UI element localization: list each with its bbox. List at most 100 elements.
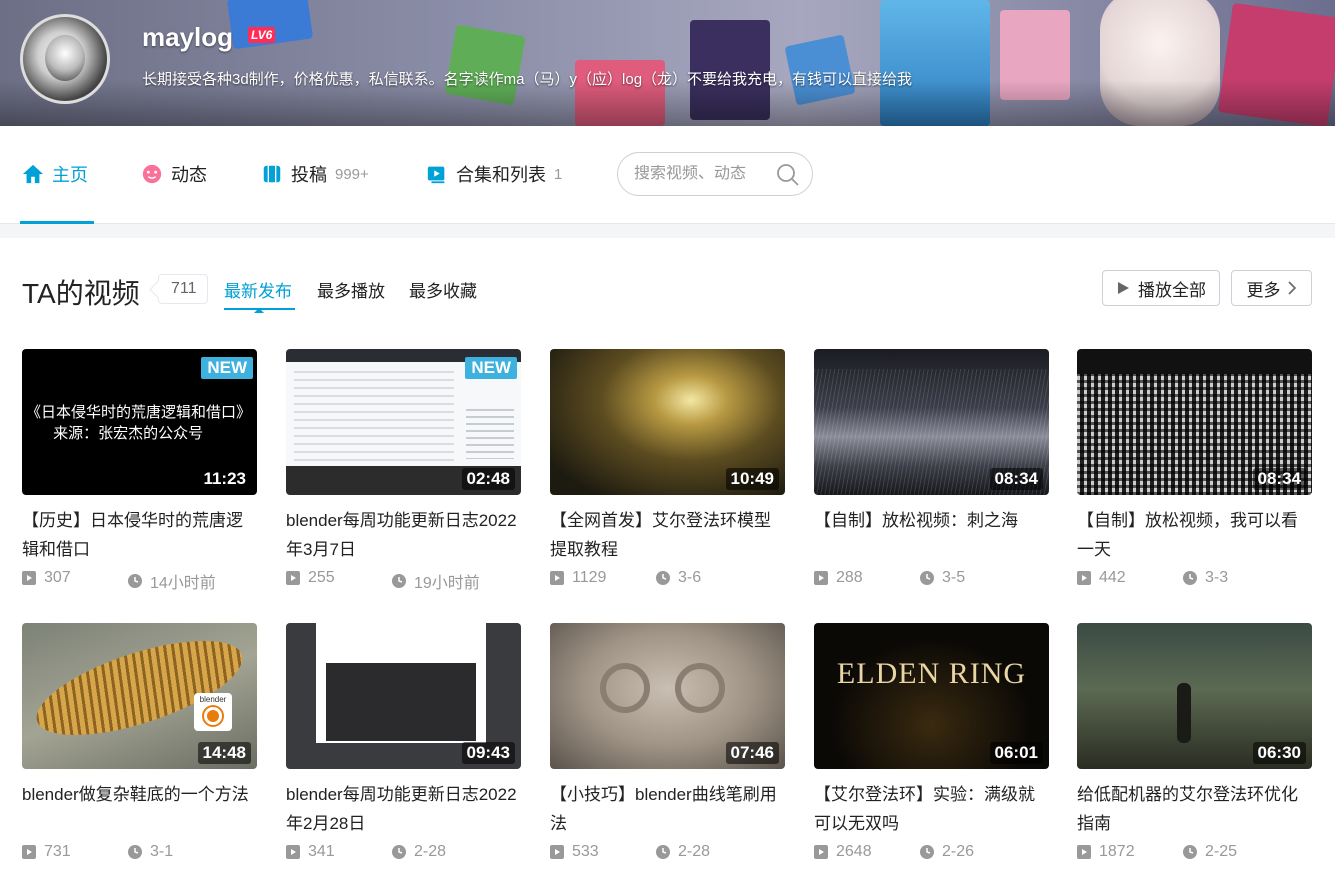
new-badge: NEW bbox=[465, 357, 517, 379]
upload-time: 19小时前 bbox=[392, 569, 480, 593]
video-thumbnail[interactable]: ELDEN RING 06:01 bbox=[814, 623, 1049, 769]
play-count-value: 341 bbox=[308, 843, 335, 860]
upload-time-value: 3-5 bbox=[942, 569, 966, 586]
video-title[interactable]: blender做复杂鞋底的一个方法 bbox=[22, 780, 257, 809]
section-divider bbox=[0, 224, 1335, 238]
play-count-value: 1129 bbox=[572, 569, 607, 586]
clock-icon bbox=[392, 845, 406, 859]
play-count-value: 255 bbox=[308, 569, 335, 586]
upload-time: 3-1 bbox=[128, 843, 173, 861]
video-meta: 533 2-28 bbox=[550, 843, 785, 863]
thumbnail-shoe-sole bbox=[26, 623, 253, 755]
video-title[interactable]: 【自制】放松视频：刺之海 bbox=[814, 506, 1049, 535]
upload-time: 3-5 bbox=[920, 569, 965, 587]
video-thumbnail[interactable]: 06:30 bbox=[1077, 623, 1312, 769]
upload-time: 3-3 bbox=[1183, 569, 1228, 587]
video-thumbnail[interactable]: 08:34 bbox=[1077, 349, 1312, 495]
avatar[interactable] bbox=[20, 14, 110, 104]
play-count-value: 731 bbox=[44, 843, 71, 860]
upload-time-value: 2-28 bbox=[414, 843, 447, 860]
play-count: 731 bbox=[22, 843, 71, 861]
video-duration: 02:48 bbox=[461, 468, 515, 490]
video-meta: 341 2-28 bbox=[286, 843, 521, 863]
video-title[interactable]: 给低配机器的艾尔登法环优化指南 bbox=[1077, 780, 1312, 838]
thumbnail-screenshot-viewport bbox=[326, 663, 476, 741]
profile-banner: maylog LV6 长期接受各种3d制作，价格优惠，私信联系。名字读作ma（马… bbox=[0, 0, 1335, 126]
tab-uploads-label: 投稿 bbox=[291, 165, 327, 185]
play-count-value: 307 bbox=[44, 569, 71, 586]
upload-time: 3-6 bbox=[656, 569, 701, 587]
video-thumbnail[interactable]: 10:49 bbox=[550, 349, 785, 495]
play-count-value: 442 bbox=[1099, 569, 1126, 586]
video-title[interactable]: 【全网首发】艾尔登法环模型提取教程 bbox=[550, 506, 785, 564]
play-count: 1129 bbox=[550, 569, 606, 587]
more-button[interactable]: 更多 bbox=[1231, 270, 1312, 306]
sort-tab-most-favorited[interactable]: 最多收藏 bbox=[409, 277, 477, 302]
tab-uploads-count: 999+ bbox=[335, 165, 369, 183]
video-duration: 08:34 bbox=[1252, 468, 1306, 490]
video-meta: 1872 2-25 bbox=[1077, 843, 1312, 863]
search-icon[interactable] bbox=[776, 163, 800, 187]
tab-home[interactable]: 主页 bbox=[22, 162, 88, 186]
tab-uploads[interactable]: 投稿 999+ bbox=[261, 162, 369, 186]
play-count: 533 bbox=[550, 843, 599, 861]
sort-tab-most-played[interactable]: 最多播放 bbox=[317, 277, 385, 302]
sort-tab-latest[interactable]: 最新发布 bbox=[224, 277, 292, 302]
clock-icon bbox=[392, 574, 406, 588]
video-title[interactable]: 【小技巧】blender曲线笔刷用法 bbox=[550, 780, 785, 838]
play-count-icon bbox=[1077, 845, 1091, 859]
play-count: 442 bbox=[1077, 569, 1126, 587]
username[interactable]: maylog bbox=[142, 22, 233, 53]
user-signature: 长期接受各种3d制作，价格优惠，私信联系。名字读作ma（马）y（应）log（龙）… bbox=[142, 71, 913, 88]
upload-time-value: 14小时前 bbox=[150, 575, 216, 592]
video-thumbnail[interactable]: 07:46 bbox=[550, 623, 785, 769]
video-title[interactable]: 【自制】放松视频，我可以看一天 bbox=[1077, 506, 1312, 564]
upload-icon bbox=[263, 165, 281, 183]
clock-icon bbox=[128, 574, 142, 588]
play-count: 307 bbox=[22, 569, 71, 587]
clock-icon bbox=[656, 845, 670, 859]
play-count-icon bbox=[22, 571, 36, 585]
tab-activity[interactable]: 动态 bbox=[141, 162, 207, 186]
play-icon bbox=[1118, 282, 1129, 294]
video-meta: 442 3-3 bbox=[1077, 569, 1312, 589]
tab-collections[interactable]: 合集和列表 1 bbox=[426, 162, 562, 186]
section-title: TA的视频 bbox=[22, 278, 140, 309]
clock-icon bbox=[1183, 845, 1197, 859]
video-meta: 731 3-1 bbox=[22, 843, 257, 863]
video-thumbnail[interactable]: blender 14:48 bbox=[22, 623, 257, 769]
video-duration: 10:49 bbox=[725, 468, 779, 490]
upload-time-value: 19小时前 bbox=[414, 575, 480, 592]
video-title[interactable]: 【历史】日本侵华时的荒唐逻辑和借口 bbox=[22, 506, 257, 564]
video-title[interactable]: blender每周功能更新日志2022年3月7日 bbox=[286, 506, 521, 564]
tab-activity-label: 动态 bbox=[171, 165, 207, 185]
video-title[interactable]: 【艾尔登法环】实验：满级就可以无双吗 bbox=[814, 780, 1049, 838]
collection-icon bbox=[427, 166, 445, 184]
video-thumbnail[interactable]: 08:34 bbox=[814, 349, 1049, 495]
play-count-icon bbox=[814, 845, 828, 859]
video-meta: 288 3-5 bbox=[814, 569, 1049, 589]
new-badge: NEW bbox=[201, 357, 253, 379]
thumbnail-character bbox=[1177, 683, 1191, 743]
play-count-icon bbox=[22, 845, 36, 859]
video-thumbnail[interactable]: 09:43 bbox=[286, 623, 521, 769]
video-thumbnail[interactable]: NEW 02:48 bbox=[286, 349, 521, 495]
play-count-icon bbox=[286, 571, 300, 585]
play-count-icon bbox=[814, 571, 828, 585]
upload-time: 2-28 bbox=[392, 843, 446, 861]
play-all-button[interactable]: 播放全部 bbox=[1102, 270, 1220, 306]
video-thumbnail[interactable]: 《日本侵华时的荒唐逻辑和借口》 来源：张宏杰的公众号 NEW 11:23 bbox=[22, 349, 257, 495]
play-count: 288 bbox=[814, 569, 863, 587]
search-input[interactable] bbox=[634, 165, 764, 183]
video-duration: 07:46 bbox=[725, 742, 779, 764]
play-count-value: 1872 bbox=[1099, 843, 1135, 860]
tab-home-label: 主页 bbox=[52, 165, 88, 185]
video-title[interactable]: blender每周功能更新日志2022年2月28日 bbox=[286, 780, 521, 838]
clock-icon bbox=[1183, 571, 1197, 585]
upload-time-value: 2-25 bbox=[1205, 843, 1238, 860]
upload-time: 2-26 bbox=[920, 843, 974, 861]
play-count: 1872 bbox=[1077, 843, 1135, 861]
play-count-icon bbox=[550, 571, 564, 585]
upload-time: 2-28 bbox=[656, 843, 710, 861]
upload-time-value: 3-1 bbox=[150, 843, 174, 860]
